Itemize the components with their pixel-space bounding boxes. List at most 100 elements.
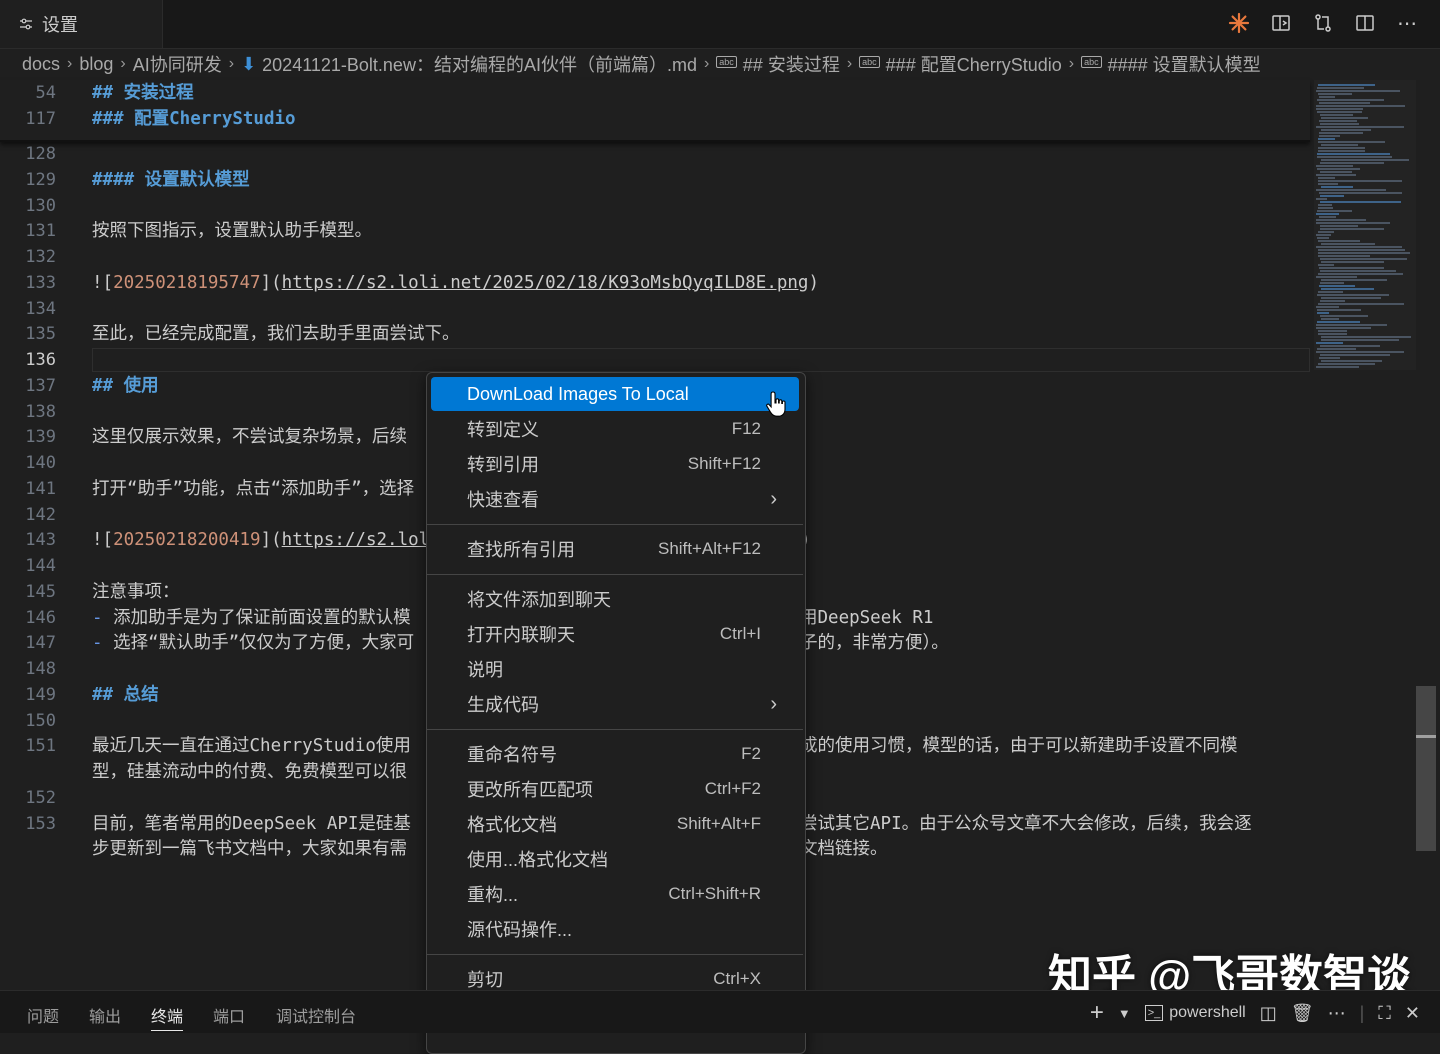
- minimap-line: [1319, 267, 1384, 269]
- minimap-line: [1318, 183, 1338, 185]
- minimap-line: [1316, 219, 1366, 221]
- menu-item[interactable]: 格式化文档 Shift+Alt+F: [431, 807, 799, 841]
- sticky-line[interactable]: 117 ### 配置CherryStudio: [0, 106, 1310, 132]
- menu-item[interactable]: 查找所有引用 Shift+Alt+F12: [431, 532, 799, 566]
- minimap-line: [1318, 333, 1347, 335]
- sticky-text: ## 安装过程: [92, 83, 194, 103]
- vertical-scrollbar[interactable]: [1416, 686, 1436, 851]
- add-terminal-icon[interactable]: +: [1090, 999, 1104, 1027]
- breadcrumb-item[interactable]: ### 配置CherryStudio: [886, 51, 1062, 77]
- minimap-line: [1320, 162, 1384, 164]
- open-preview-icon[interactable]: [1268, 10, 1294, 36]
- minimap-line: [1318, 240, 1360, 242]
- minimap-line: [1316, 342, 1343, 344]
- breadcrumb-item[interactable]: ## 安装过程: [743, 51, 840, 77]
- minimap-line: [1318, 180, 1402, 182]
- minimap-line: [1320, 228, 1384, 230]
- menu-item[interactable]: 重构... Ctrl+Shift+R: [431, 877, 799, 911]
- minimap-line: [1321, 339, 1399, 341]
- editor-line[interactable]: 132: [0, 244, 1310, 270]
- editor-line[interactable]: 133 ![20250218195747](https://s2.loli.net…: [0, 270, 1310, 296]
- tab-ports[interactable]: 端口: [213, 1003, 245, 1027]
- breadcrumb-item[interactable]: #### 设置默认模型: [1108, 51, 1261, 77]
- minimap-line: [1317, 321, 1360, 323]
- menu-item[interactable]: 打开内联聊天 Ctrl+I: [431, 617, 799, 651]
- menu-item[interactable]: 转到定义 F12: [431, 412, 799, 446]
- menu-item[interactable]: 将文件添加到聊天: [431, 582, 799, 616]
- line-number: 151: [25, 736, 56, 757]
- editor-line[interactable]: 135 至此，已经完成配置，我们去助手里面尝试下。: [0, 321, 1310, 347]
- menu-item[interactable]: 源代码操作...: [431, 912, 799, 946]
- line-text: 打开“助手”功能，点击“添加助手”，选择: [92, 476, 414, 502]
- menu-item[interactable]: 说明: [431, 652, 799, 686]
- tab-output[interactable]: 输出: [89, 1003, 121, 1027]
- split-editor-icon[interactable]: [1352, 10, 1378, 36]
- image-link[interactable]: https://s2.lol: [282, 530, 430, 550]
- menu-item[interactable]: 重命名符号 F2: [431, 737, 799, 771]
- menu-item-label: 重命名符号: [467, 745, 557, 765]
- sticky-line[interactable]: 54 ## 安装过程: [0, 80, 1310, 106]
- line-number: 136: [25, 350, 56, 370]
- editor-line[interactable]: 129 #### 设置默认模型: [0, 167, 1310, 193]
- menu-item[interactable]: DownLoad Images To Local: [431, 377, 799, 411]
- minimap-line: [1316, 327, 1371, 329]
- breadcrumb-item[interactable]: blog: [79, 54, 113, 75]
- line-text: ## 总结: [92, 682, 159, 708]
- terminal-name[interactable]: powershell: [1169, 1004, 1245, 1022]
- line-text: - 选择“默认助手”仅仅为了方便，大家可: [92, 630, 414, 656]
- line-number: 146: [25, 607, 56, 628]
- string-symbol-icon: abc: [859, 56, 880, 68]
- tab-terminal[interactable]: 终端: [151, 1003, 184, 1031]
- minimap-line: [1317, 111, 1362, 113]
- menu-item-label: 重构...: [467, 885, 519, 905]
- maximize-panel-icon[interactable]: ⛶: [1378, 1003, 1391, 1024]
- minimap-line: [1318, 303, 1404, 305]
- minimap-line: [1319, 135, 1340, 137]
- editor-line[interactable]: 128: [0, 141, 1310, 167]
- tab-problems[interactable]: 问题: [27, 1003, 59, 1027]
- editor-line[interactable]: 131 按照下图指示，设置默认助手模型。: [0, 218, 1310, 244]
- breadcrumb-item[interactable]: 20241121-Bolt.new：结对编程的AI伙伴（前端篇）.md: [262, 51, 697, 77]
- chevron-down-icon[interactable]: ▼: [1118, 1006, 1131, 1021]
- copilot-sparkle-icon[interactable]: [1226, 10, 1252, 36]
- more-actions-icon[interactable]: ⋯: [1394, 10, 1420, 36]
- breadcrumb-item[interactable]: docs: [22, 54, 60, 75]
- minimap-line: [1318, 255, 1370, 257]
- trash-icon[interactable]: 🗑: [1291, 1003, 1314, 1024]
- minimap-line: [1317, 312, 1329, 314]
- editor-line[interactable]: 134: [0, 296, 1310, 322]
- menu-separator: [427, 729, 803, 730]
- minimap-line: [1316, 306, 1339, 308]
- line-text: 最近几天一直在通过CherryStudio使用: [92, 733, 411, 759]
- compare-changes-icon[interactable]: [1310, 10, 1336, 36]
- image-link[interactable]: https://s2.loli.net/2025/02/18/K93oMsbQy…: [282, 273, 809, 293]
- minimap-line: [1317, 237, 1329, 239]
- menu-item[interactable]: 更改所有匹配项 Ctrl+F2: [431, 772, 799, 806]
- minimap[interactable]: [1314, 80, 1416, 370]
- minimap-line: [1319, 192, 1402, 194]
- minimap-line: [1318, 141, 1385, 143]
- menu-item[interactable]: 转到引用 Shift+F12: [431, 447, 799, 481]
- menu-item[interactable]: 快速查看 ›: [431, 482, 799, 516]
- split-terminal-icon[interactable]: ◫: [1260, 1003, 1277, 1024]
- sticky-scroll-header[interactable]: 54 ## 安装过程 117 ### 配置CherryStudio: [0, 80, 1310, 142]
- menu-item[interactable]: 使用...格式化文档: [431, 842, 799, 876]
- line-number: 129: [25, 169, 56, 190]
- tab-settings[interactable]: 设置: [0, 0, 163, 48]
- minimap-line: [1321, 117, 1368, 119]
- editor-line[interactable]: 130: [0, 193, 1310, 219]
- line-text: 按照下图指示，设置默认助手模型。: [92, 218, 372, 244]
- menu-item[interactable]: 生成代码 ›: [431, 687, 799, 721]
- line-text: - 添加助手是为了保证前面设置的默认模: [92, 605, 411, 631]
- minimap-line: [1321, 261, 1384, 263]
- line-number: 130: [25, 195, 56, 216]
- menu-item-shortcut: Shift+Alt+F: [676, 814, 761, 833]
- line-content: 打开“助手”功能，点击“添加助手”，选择: [92, 478, 415, 499]
- minimap-line: [1320, 114, 1353, 116]
- breadcrumb-item[interactable]: AI协同研发: [133, 51, 222, 77]
- menu-item-label: 转到定义: [467, 420, 539, 440]
- minimap-line: [1317, 99, 1384, 101]
- more-actions-icon[interactable]: ⋯: [1328, 1003, 1346, 1024]
- close-icon[interactable]: ✕: [1405, 1003, 1420, 1024]
- tab-debug-console[interactable]: 调试控制台: [276, 1003, 356, 1027]
